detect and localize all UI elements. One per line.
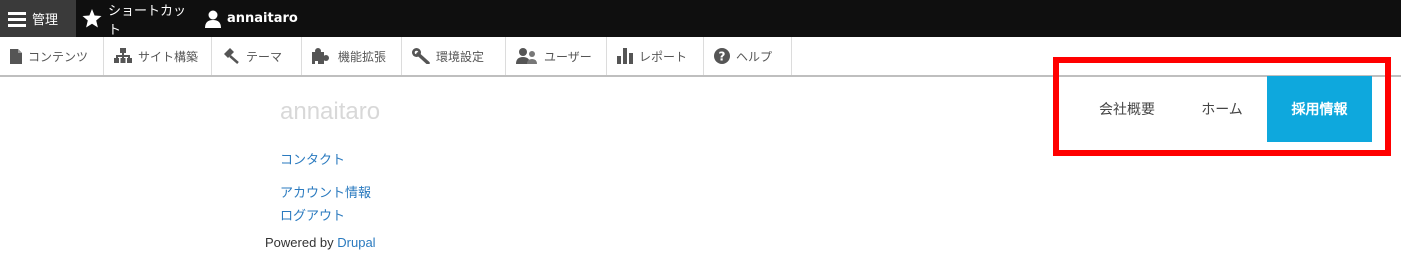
tray-item-label: ユーザー xyxy=(544,49,592,64)
toolbar-user[interactable]: annaitaro xyxy=(205,0,315,37)
toolbar-manage-label: 管理 xyxy=(32,13,59,28)
account-link[interactable]: アカウント情報 xyxy=(280,182,371,201)
sitemap-icon xyxy=(114,48,132,64)
tray-item-label: サイト構築 xyxy=(138,49,199,64)
main-menu-recruit[interactable]: 採用情報 xyxy=(1267,76,1372,142)
paintbrush-icon xyxy=(222,48,240,64)
tray-item-config[interactable]: 環境設定 xyxy=(402,37,506,75)
tray-item-label: 機能拡張 xyxy=(338,49,387,64)
toolbar-shortcuts-label: ショートカット xyxy=(108,3,187,38)
tray-item-people[interactable]: ユーザー xyxy=(506,37,607,75)
bar-chart-icon xyxy=(617,48,633,64)
hamburger-icon xyxy=(8,11,26,27)
file-icon xyxy=(10,48,22,64)
tray-item-label: テーマ xyxy=(246,49,283,64)
drupal-link[interactable]: Drupal xyxy=(337,235,375,250)
star-icon xyxy=(82,9,102,28)
logout-link[interactable]: ログアウト xyxy=(280,205,345,224)
tray-item-appearance[interactable]: テーマ xyxy=(212,37,302,75)
site-name[interactable]: annaitaro xyxy=(280,98,380,126)
tray-item-label: コンテンツ xyxy=(28,49,89,64)
tray-item-label: 環境設定 xyxy=(436,49,485,64)
tray-item-structure[interactable]: サイト構築 xyxy=(104,37,212,75)
puzzle-icon xyxy=(312,48,332,64)
people-icon xyxy=(516,48,538,64)
main-menu-home[interactable]: ホーム xyxy=(1184,76,1260,142)
powered-by: Powered by Drupal xyxy=(265,235,376,250)
toolbar-manage[interactable]: 管理 xyxy=(0,0,76,37)
tray-item-content[interactable]: コンテンツ xyxy=(0,37,104,75)
tray-item-label: レポート xyxy=(639,49,688,64)
user-icon xyxy=(205,10,221,28)
contact-link[interactable]: コンタクト xyxy=(280,149,345,168)
powered-by-text: Powered by xyxy=(265,235,338,250)
svg-text:?: ? xyxy=(719,50,726,64)
admin-toolbar: 管理 ショートカット annaitaro xyxy=(0,0,1401,38)
main-menu-company[interactable]: 会社概要 xyxy=(1082,76,1172,142)
tray-item-extend[interactable]: 機能拡張 xyxy=(302,37,402,75)
toolbar-shortcuts[interactable]: ショートカット xyxy=(82,0,197,38)
admin-tray: コンテンツ サイト構築 テーマ 機能拡張 環境設定 ユーザー レポート ? ヘル… xyxy=(0,37,1401,77)
wrench-icon xyxy=(412,48,430,64)
tray-item-reports[interactable]: レポート xyxy=(607,37,704,75)
toolbar-user-label: annaitaro xyxy=(227,11,298,26)
tray-item-help[interactable]: ? ヘルプ xyxy=(704,37,792,75)
tray-item-label: ヘルプ xyxy=(736,49,773,64)
help-icon: ? xyxy=(714,48,730,64)
